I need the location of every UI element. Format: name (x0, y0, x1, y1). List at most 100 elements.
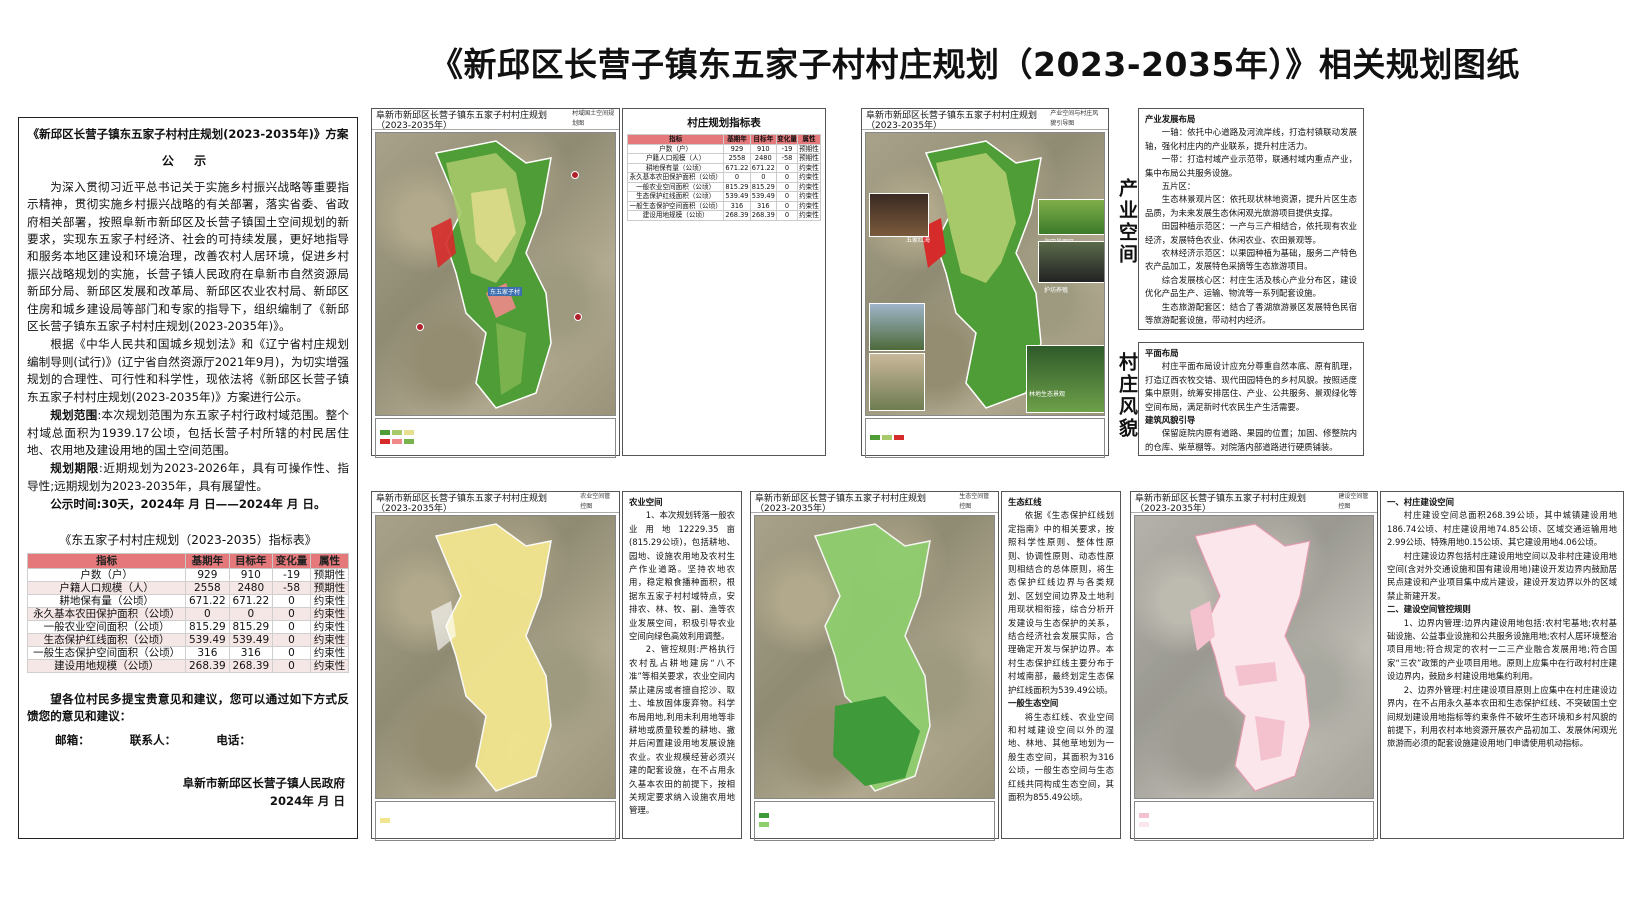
table-cell: 539.49 (749, 191, 777, 202)
table-cell: 2480 (749, 153, 777, 164)
table-cell: 生态保护红线面积（公顷） (626, 191, 725, 202)
eco-map-svg (813, 523, 931, 792)
table-cell: -19 (775, 143, 798, 154)
notice-paragraph-2: 根据《中华人民共和国城乡规划法》和《辽宁省村庄规划编制导则(试行)》(辽宁省自然… (27, 337, 349, 404)
architecture-text: 保留庭院内原有道路、果园的位置；加固、修整院内的仓库、柴草棚等。对院落内部道路进… (1145, 428, 1357, 452)
map-subtitle: 生态空间管控图 (959, 493, 990, 510)
table-cell: 268.39 (185, 658, 230, 673)
table-row: 户籍人口规模（人） 2558 2480 -58 预期性 (26, 580, 349, 595)
photo-field (1038, 199, 1104, 235)
map-subtitle: 农业空间管控图 (580, 493, 611, 510)
indicator-table-title: 《东五家子村村庄规划（2023-2035）指标表》 (59, 532, 317, 547)
build-text-4: 2、边界外管理:村庄建设项目原则上应集中在村庄建设边界内，在不占用永久基本农田和… (1387, 684, 1617, 749)
table-cell: 910 (228, 567, 274, 582)
table-cell: 0 (228, 606, 274, 621)
contact-person-label: 联系人： (129, 732, 177, 747)
industry-item: 一轴：依托中心道路及河流岸线，打造村镇联动发展轴，强化村庄内的产业联系，提升村庄… (1145, 127, 1357, 151)
small-table-title: 村庄规划指标表 (687, 117, 761, 129)
table-cell: 268.39 (228, 658, 274, 673)
map-subtitle: 产业空间与村庄风貌引导图 (1050, 110, 1099, 127)
build-heading-2: 二、建设空间管控规则 (1387, 604, 1471, 615)
table-cell: 约束性 (310, 619, 349, 634)
industry-item: 综合发展核心区：村庄生活及核心产业分布区，建设优化产品生产、运输、物流等一系列配… (1145, 274, 1357, 299)
map-legend (1134, 801, 1374, 841)
industry-item: 一带：打造村域产业示范带，联通村域内重点产业，集中布局公共服务设施。 (1145, 154, 1357, 178)
table-row: 一般生态保护空间面积（公顷） 316 316 0 约束性 (26, 645, 349, 660)
industry-item: 五片区： (1161, 181, 1196, 192)
table-row: 耕地保有量（公顷） 671.22 671.22 0 约束性 (626, 162, 822, 173)
table-header-cell: 指标 (26, 552, 187, 569)
table-cell: 建设用地规模（公顷） (26, 658, 187, 673)
issuer: 阜新市新邱区长营子镇人民政府 2024年 月 日 (27, 775, 349, 810)
notice-subtitle: 公 示 (161, 154, 215, 169)
table-cell: 0 (775, 172, 798, 183)
table-cell: 预期性 (310, 567, 349, 582)
architecture-heading: 建筑风貌引导 (1145, 415, 1196, 426)
photo-red-sea (869, 193, 929, 237)
map-card-build: 阜新市新邱区长营子镇东五家子村村庄规划（2023-2035年） 建设空间管控图 (1130, 491, 1378, 841)
table-cell: 户数（户） (626, 143, 725, 154)
table-row: 建设用地规模（公顷） 268.39 268.39 0 约束性 (26, 658, 349, 673)
build-text-1: 村庄建设空间总面积268.39公顷，其中城镇建设用地186.74公顷、村庄建设用… (1387, 510, 1617, 548)
table-cell: 0 (272, 645, 311, 660)
table-header-cell: 属性 (310, 552, 349, 569)
table-cell: 约束性 (310, 658, 349, 673)
map-title: 阜新市新邱区长营子镇东五家子村村庄规划（2023-2035年） (866, 111, 1038, 131)
photo-livestock (1038, 241, 1104, 283)
industry-item: 农林经济示范区：以果园种植为基础，服务二产特色农产品加工，发展特色采摘等生态旅游… (1145, 248, 1357, 272)
table-cell: 0 (272, 606, 311, 621)
table-row: 建设用地规模（公顷） 268.39 268.39 0 约束性 (626, 210, 822, 221)
village-pin (574, 313, 582, 321)
table-cell: 539.49 (228, 632, 274, 647)
build-text-2: 村庄建设边界包括村庄建设用地空间以及非村庄建设用地空间(含对外交通设施和国有建设… (1387, 550, 1617, 601)
eco-heading: 生态红线 (1008, 497, 1042, 507)
map-title: 阜新市新邱区长营子镇东五家子村村庄规划（2023-2035年） (376, 111, 548, 131)
village-style-label: 村庄风貌 (1116, 352, 1138, 440)
table-cell: 0 (272, 632, 311, 647)
table-cell: -58 (272, 580, 311, 595)
agri-map-svg (431, 523, 552, 792)
map-legend (375, 801, 616, 841)
table-cell: 约束性 (310, 606, 349, 621)
industry-item: 生态旅游配套区：结合了香湖旅游景区发展特色民宿等旅游配套设施，带动村内经济。 (1145, 301, 1357, 326)
page-title: 《新邱区长营子镇东五家子村村庄规划（2023-2035年）》相关规划图纸 (430, 45, 1520, 84)
land-use-map-svg (431, 140, 552, 409)
table-cell: 671.22 (228, 593, 274, 608)
table-cell: 户数（户） (26, 567, 187, 582)
build-heading-1: 一、村庄建设空间 (1387, 497, 1454, 507)
build-text-panel: 一、村庄建设空间 村庄建设空间总面积268.39公顷，其中城镇建设用地186.7… (1380, 491, 1624, 839)
table-header-cell: 基期年 (723, 134, 751, 145)
agri-text-2: 2、管控规则:严格执行农村乱占耕地建房“八不准”等相关要求，农业空间内禁止建房或… (629, 644, 735, 816)
table-cell: 一般生态保护空间面积（公顷） (26, 645, 187, 660)
scope-label: 规划范围 (50, 408, 98, 423)
eco-text-panel: 生态红线 依据《生态保护红线划定指南》中的相关要求，按照科学性原则、整体性原则、… (1001, 491, 1121, 839)
table-cell: 约束性 (796, 191, 822, 202)
table-cell: 910 (749, 143, 777, 154)
notice-panel: 《新邱区长营子镇东五家子村村庄规划(2023-2035年)》方案 公 示 为深入… (18, 117, 358, 839)
table-cell: 268.39 (723, 210, 751, 221)
table-cell: 户籍人口规模（人） (26, 580, 187, 595)
industry-heading: 产业发展布局 (1145, 114, 1196, 124)
issuer-org: 阜新市新邱区长营子镇人民政府 (182, 776, 345, 791)
table-row: 户数（户） 929 910 -19 预期性 (626, 143, 822, 154)
table-cell: 0 (272, 619, 311, 634)
table-header-cell: 变化量 (775, 134, 798, 145)
table-cell: 一般农业空间面积（公顷） (626, 181, 725, 192)
map-subtitle: 建设空间管控图 (1338, 493, 1369, 510)
table-cell: 耕地保有量（公顷） (26, 593, 187, 608)
table-cell: 268.39 (749, 210, 777, 221)
map-title: 阜新市新邱区长营子镇东五家子村村庄规划（2023-2035年） (376, 494, 548, 514)
table-cell: 671.22 (723, 162, 751, 173)
table-cell: 约束性 (310, 645, 349, 660)
style-text-panel: 平面布局 村庄平面布局设计应充分尊重自然本底、原有肌理，打造辽西农牧交错、现代田… (1138, 342, 1364, 456)
layout-heading: 平面布局 (1145, 348, 1179, 358)
table-cell: 316 (723, 200, 751, 211)
build-text-3: 1、边界内管理:边界内建设用地包括:农村宅基地;农村基础设施、公益事业设施和公共… (1387, 617, 1617, 682)
eco-heading-2: 一般生态空间 (1008, 698, 1059, 709)
table-cell: 0 (272, 658, 311, 673)
map-card-eco: 阜新市新邱区长营子镇东五家子村村庄规划（2023-2035年） 生态空间管控图 (750, 491, 999, 841)
table-cell: 约束性 (796, 210, 822, 221)
table-cell: 生态保护红线面积（公顷） (26, 632, 187, 647)
table-header-cell: 属性 (796, 134, 822, 145)
map-title: 阜新市新邱区长营子镇东五家子村村庄规划（2023-2035年） (1135, 494, 1307, 514)
